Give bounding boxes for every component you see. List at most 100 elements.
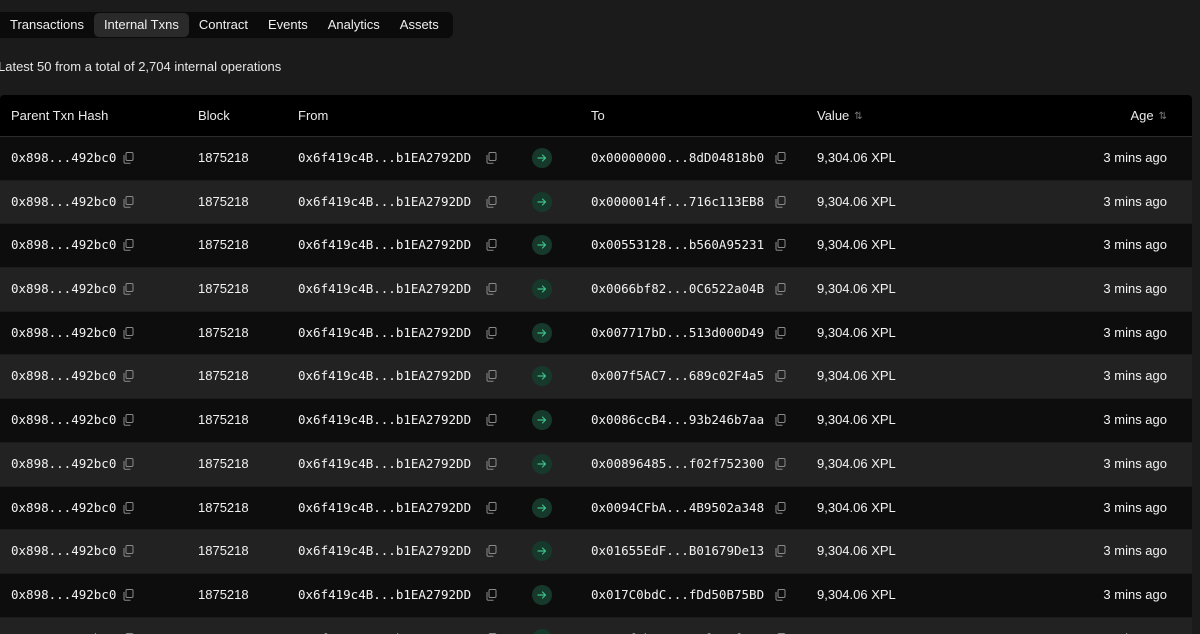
copy-icon[interactable] — [486, 501, 497, 514]
copy-icon[interactable] — [486, 283, 497, 295]
block-number-link[interactable]: 1875218 — [198, 137, 249, 180]
table-row: 0x898...492bc0 1875218 0x6f419c4B...b1EA… — [0, 486, 1192, 531]
from-address-link[interactable]: 0x6f419c4B...b1EA2792DD — [298, 487, 471, 530]
tab-assets[interactable]: Assets — [390, 13, 449, 37]
value-amount: 9,304.06 XPL — [817, 368, 896, 384]
block-number-link[interactable]: 1875218 — [198, 443, 249, 486]
block-number-link[interactable]: 1875218 — [198, 530, 249, 573]
to-address-link[interactable]: 0x007717bD...513d000D49 — [591, 312, 764, 355]
tab-contract[interactable]: Contract — [189, 13, 258, 37]
copy-icon[interactable] — [123, 588, 134, 601]
copy-icon[interactable] — [775, 588, 786, 601]
block-number-link[interactable]: 1875218 — [198, 312, 249, 355]
copy-icon[interactable] — [775, 501, 786, 514]
to-address-link[interactable]: 0x01655EdF...B01679De13 — [591, 530, 764, 573]
parent-txn-hash-link[interactable]: 0x898...492bc0 — [11, 137, 116, 180]
copy-icon[interactable] — [775, 239, 786, 252]
parent-txn-hash-link[interactable]: 0x898...492bc0 — [11, 268, 116, 311]
parent-txn-hash-link[interactable]: 0x898...492bc0 — [11, 618, 116, 634]
parent-txn-hash-link[interactable]: 0x898...492bc0 — [11, 312, 116, 355]
from-address-link[interactable]: 0x6f419c4B...b1EA2792DD — [298, 618, 471, 634]
from-address-link[interactable]: 0x6f419c4B...b1EA2792DD — [298, 181, 471, 224]
block-number-link[interactable]: 1875218 — [198, 224, 249, 267]
copy-icon[interactable] — [123, 414, 134, 426]
block-number-link[interactable]: 1875218 — [198, 355, 249, 398]
to-address-link[interactable]: 0x0094CFbA...4B9502a348 — [591, 487, 764, 530]
copy-icon[interactable] — [775, 283, 786, 295]
copy-icon[interactable] — [486, 588, 497, 601]
copy-icon[interactable] — [486, 152, 497, 164]
block-number-link[interactable]: 1875218 — [198, 574, 249, 617]
tab-events[interactable]: Events — [258, 13, 318, 37]
sort-icon[interactable]: ⇅ — [1159, 96, 1167, 137]
block-number-link[interactable]: 1875218 — [198, 399, 249, 442]
from-address-link[interactable]: 0x6f419c4B...b1EA2792DD — [298, 399, 471, 442]
copy-icon[interactable] — [123, 501, 134, 514]
age-timestamp: 3 mins ago — [1103, 150, 1167, 165]
block-number-link[interactable]: 1875218 — [198, 181, 249, 224]
copy-icon[interactable] — [123, 239, 134, 252]
from-address-link[interactable]: 0x6f419c4B...b1EA2792DD — [298, 268, 471, 311]
to-address-link[interactable]: 0x017fDb3a...1afe48f24C — [591, 618, 764, 634]
parent-txn-hash-link[interactable]: 0x898...492bc0 — [11, 530, 116, 573]
tab-transactions[interactable]: Transactions — [0, 13, 94, 37]
to-address-link[interactable]: 0x00553128...b560A95231 — [591, 224, 764, 267]
value-amount: 9,304.06 XPL — [817, 237, 896, 253]
copy-icon[interactable] — [775, 457, 786, 470]
copy-icon[interactable] — [486, 457, 497, 470]
table-row: 0x898...492bc0 1875218 0x6f419c4B...b1EA… — [0, 399, 1192, 443]
block-number-link[interactable]: 1875218 — [198, 268, 249, 311]
from-address-link[interactable]: 0x6f419c4B...b1EA2792DD — [298, 530, 471, 573]
parent-txn-hash-link[interactable]: 0x898...492bc0 — [11, 224, 116, 267]
parent-txn-hash-link[interactable]: 0x898...492bc0 — [11, 399, 116, 442]
table-row: 0x898...492bc0 1875218 0x6f419c4B...b1EA… — [0, 442, 1192, 487]
to-address-link[interactable]: 0x0066bf82...0C6522a04B — [591, 268, 764, 311]
copy-icon[interactable] — [775, 326, 786, 339]
copy-icon[interactable] — [123, 152, 134, 164]
from-address-link[interactable]: 0x6f419c4B...b1EA2792DD — [298, 574, 471, 617]
table-row: 0x898...492bc0 1875218 0x6f419c4B...b1EA… — [0, 355, 1192, 400]
copy-icon[interactable] — [486, 414, 497, 426]
copy-icon[interactable] — [486, 370, 497, 383]
arrow-right-icon — [532, 453, 552, 474]
to-address-link[interactable]: 0x00000000...8dD04818b0 — [591, 137, 764, 180]
copy-icon[interactable] — [775, 370, 786, 383]
copy-icon[interactable] — [486, 239, 497, 252]
tab-internal-txns[interactable]: Internal Txns — [93, 13, 189, 37]
copy-icon[interactable] — [123, 283, 134, 295]
copy-icon[interactable] — [123, 457, 134, 470]
copy-icon[interactable] — [123, 370, 134, 383]
copy-icon[interactable] — [123, 326, 134, 339]
to-address-link[interactable]: 0x017C0bdC...fDd50B75BD — [591, 574, 764, 617]
from-address-link[interactable]: 0x6f419c4B...b1EA2792DD — [298, 312, 471, 355]
copy-icon[interactable] — [486, 545, 497, 557]
from-address-link[interactable]: 0x6f419c4B...b1EA2792DD — [298, 224, 471, 267]
copy-icon[interactable] — [775, 545, 786, 557]
block-number-link[interactable]: 1875218 — [198, 487, 249, 530]
value-amount: 9,304.06 XPL — [817, 455, 896, 471]
from-address-link[interactable]: 0x6f419c4B...b1EA2792DD — [298, 137, 471, 180]
copy-icon[interactable] — [123, 545, 134, 557]
tab-analytics[interactable]: Analytics — [318, 13, 390, 37]
to-address-link[interactable]: 0x0086ccB4...93b246b7aa — [591, 399, 764, 442]
copy-icon[interactable] — [775, 195, 786, 208]
table-row: 0x898...492bc0 1875218 0x6f419c4B...b1EA… — [0, 268, 1192, 312]
copy-icon[interactable] — [775, 414, 786, 426]
parent-txn-hash-link[interactable]: 0x898...492bc0 — [11, 181, 116, 224]
sort-icon[interactable]: ⇅ — [854, 96, 862, 137]
from-address-link[interactable]: 0x6f419c4B...b1EA2792DD — [298, 443, 471, 486]
copy-icon[interactable] — [775, 152, 786, 164]
arrow-right-icon — [532, 322, 552, 343]
to-address-link[interactable]: 0x007f5AC7...689c02F4a5 — [591, 355, 764, 398]
copy-icon[interactable] — [486, 326, 497, 339]
to-address-link[interactable]: 0x0000014f...716c113EB8 — [591, 181, 764, 224]
parent-txn-hash-link[interactable]: 0x898...492bc0 — [11, 443, 116, 486]
copy-icon[interactable] — [123, 195, 134, 208]
parent-txn-hash-link[interactable]: 0x898...492bc0 — [11, 355, 116, 398]
parent-txn-hash-link[interactable]: 0x898...492bc0 — [11, 487, 116, 530]
to-address-link[interactable]: 0x00896485...f02f752300 — [591, 443, 764, 486]
from-address-link[interactable]: 0x6f419c4B...b1EA2792DD — [298, 355, 471, 398]
parent-txn-hash-link[interactable]: 0x898...492bc0 — [11, 574, 116, 617]
block-number-link[interactable]: 1875218 — [198, 618, 249, 634]
copy-icon[interactable] — [486, 195, 497, 208]
